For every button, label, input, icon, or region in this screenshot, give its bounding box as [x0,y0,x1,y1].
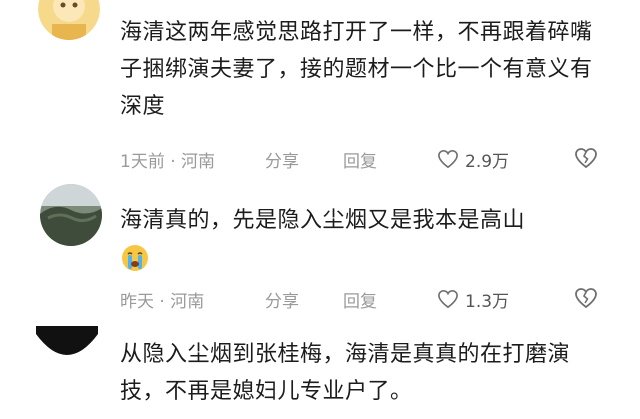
share-button[interactable]: 分享 [265,287,343,312]
reply-button[interactable]: 回复 [343,287,437,312]
avatar[interactable] [36,326,98,388]
broken-heart-icon [575,288,597,309]
crying-face-emoji [120,243,150,273]
comment-text: 海清真的，先是隐入尘烟又是我本是高山 [120,202,612,276]
comment-text: 从隐入尘烟到张桂梅，海清是真真的在打磨演技，不再是媳妇儿专业户了。 [120,342,571,404]
avatar[interactable] [38,0,100,40]
dislike-button[interactable] [574,287,598,314]
comment-text: 海清这两年感觉思路打开了一样，不再跟着碎嘴子捆绑演夫妻了，接的题材一个比一个有意… [120,20,593,119]
reply-button[interactable]: 回复 [343,147,437,172]
broken-heart-icon [575,148,597,169]
comment-meta: 昨天 · 河南 分享 回复 1.3万 [120,284,620,314]
heart-outline-icon [438,289,458,309]
like-count: 2.9万 [465,151,510,172]
dislike-button[interactable] [574,147,598,174]
comment-time-location: 1天前 · 河南 [120,151,216,172]
share-button[interactable]: 分享 [265,147,343,172]
heart-outline-icon [438,149,458,169]
like-button[interactable]: 1.3万 [437,287,509,312]
avatar[interactable] [40,184,102,246]
comment-time-location: 昨天 · 河南 [120,291,205,312]
like-button[interactable]: 2.9万 [437,147,509,172]
like-count: 1.3万 [465,291,510,312]
comment-text-content: 海清真的，先是隐入尘烟又是我本是高山 [120,208,526,233]
comment-meta: 1天前 · 河南 分享 回复 2.9万 [120,144,620,174]
